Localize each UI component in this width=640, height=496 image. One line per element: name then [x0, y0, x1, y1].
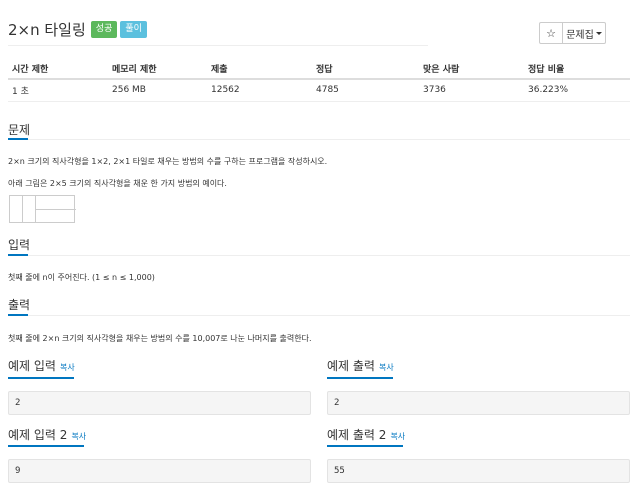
output-description: 첫째 줄에 2×n 크기의 직사각형을 채우는 방법의 수를 10,007로 나…: [8, 334, 312, 343]
example-input-2-label: 예제 입력 2: [8, 428, 68, 442]
copy-example-input-2-button[interactable]: 복사: [71, 432, 86, 441]
example-input-2-title: 예제 입력 2 복사: [8, 426, 86, 443]
copy-example-output-1-button[interactable]: 복사: [379, 363, 394, 372]
example-input-1-underline: [8, 377, 74, 379]
value-solved-users[interactable]: 3736: [419, 79, 524, 102]
value-time-limit: 1 초: [8, 79, 108, 102]
example-output-2-label: 예제 출력 2: [327, 428, 387, 442]
star-icon: ☆: [546, 26, 556, 40]
example-output-1-box[interactable]: 2: [327, 391, 630, 415]
example-output-2-title: 예제 출력 2 복사: [327, 426, 405, 443]
section-title-problem: 문제: [8, 123, 31, 137]
example-output-1-title: 예제 출력 복사: [327, 357, 394, 374]
section-title-output: 출력: [8, 298, 31, 312]
section-divider-input: [8, 255, 630, 256]
problem-header: 2×n 타일링 성공 풀이: [8, 14, 150, 44]
section-title-input: 입력: [8, 238, 31, 252]
example-input-1-title: 예제 입력 복사: [8, 357, 75, 374]
status-badge-success[interactable]: 성공: [90, 20, 118, 38]
header-solved-users: 맞은 사람: [419, 58, 524, 80]
example-output-2-underline: [327, 445, 403, 447]
example-input-2-box[interactable]: 9: [8, 459, 311, 483]
problem-set-button[interactable]: 문제집: [563, 22, 606, 44]
section-underline-output: [8, 314, 28, 316]
copy-example-input-1-button[interactable]: 복사: [60, 363, 75, 372]
value-submissions[interactable]: 12562: [207, 79, 312, 102]
problem-info-table: 시간 제한 메모리 제한 제출 정답 맞은 사람 정답 비율 1 초 256 M…: [8, 58, 630, 102]
example-output-1-label: 예제 출력: [327, 359, 375, 373]
table-row: 1 초 256 MB 12562 4785 3736 36.223%: [8, 79, 630, 102]
section-divider-problem: [8, 139, 630, 140]
value-memory-limit: 256 MB: [108, 79, 207, 102]
section-underline-input: [8, 254, 28, 256]
section-divider-output: [8, 315, 630, 316]
section-underline-problem: [8, 138, 28, 140]
example-input-1-box[interactable]: 2: [8, 391, 311, 415]
caret-down-icon: [595, 31, 602, 35]
header-memory-limit: 메모리 제한: [108, 58, 207, 80]
example-input-1-label: 예제 입력: [8, 359, 56, 373]
problem-description-line-1: 2×n 크기의 직사각형을 1×2, 2×1 타일로 채우는 방법의 수를 구하…: [8, 157, 328, 166]
problem-actions: ☆ 문제집: [539, 22, 606, 44]
input-description: 첫째 줄에 n이 주어진다. (1 ≤ n ≤ 1,000): [8, 273, 155, 282]
page-title: 2×n 타일링: [8, 20, 86, 39]
tiling-example-figure: [9, 195, 76, 223]
favorite-button[interactable]: ☆: [539, 22, 563, 44]
header-accepted: 정답: [312, 58, 419, 80]
header-submissions: 제출: [207, 58, 312, 80]
example-output-1-underline: [327, 377, 393, 379]
status-badge-solution[interactable]: 풀이: [120, 20, 147, 38]
example-output-2-box[interactable]: 55: [327, 459, 630, 483]
value-accept-ratio: 36.223%: [524, 79, 630, 102]
value-accepted[interactable]: 4785: [312, 79, 419, 102]
problem-set-label: 문제집: [566, 29, 594, 41]
header-accept-ratio: 정답 비율: [524, 58, 630, 80]
table-header-row: 시간 제한 메모리 제한 제출 정답 맞은 사람 정답 비율: [8, 58, 630, 80]
title-divider: [8, 45, 428, 46]
example-input-2-underline: [8, 445, 84, 447]
copy-example-output-2-button[interactable]: 복사: [390, 432, 405, 441]
header-time-limit: 시간 제한: [8, 58, 108, 80]
problem-description-line-2: 아래 그림은 2×5 크기의 직사각형을 채운 한 가지 방법의 예이다.: [8, 179, 227, 188]
